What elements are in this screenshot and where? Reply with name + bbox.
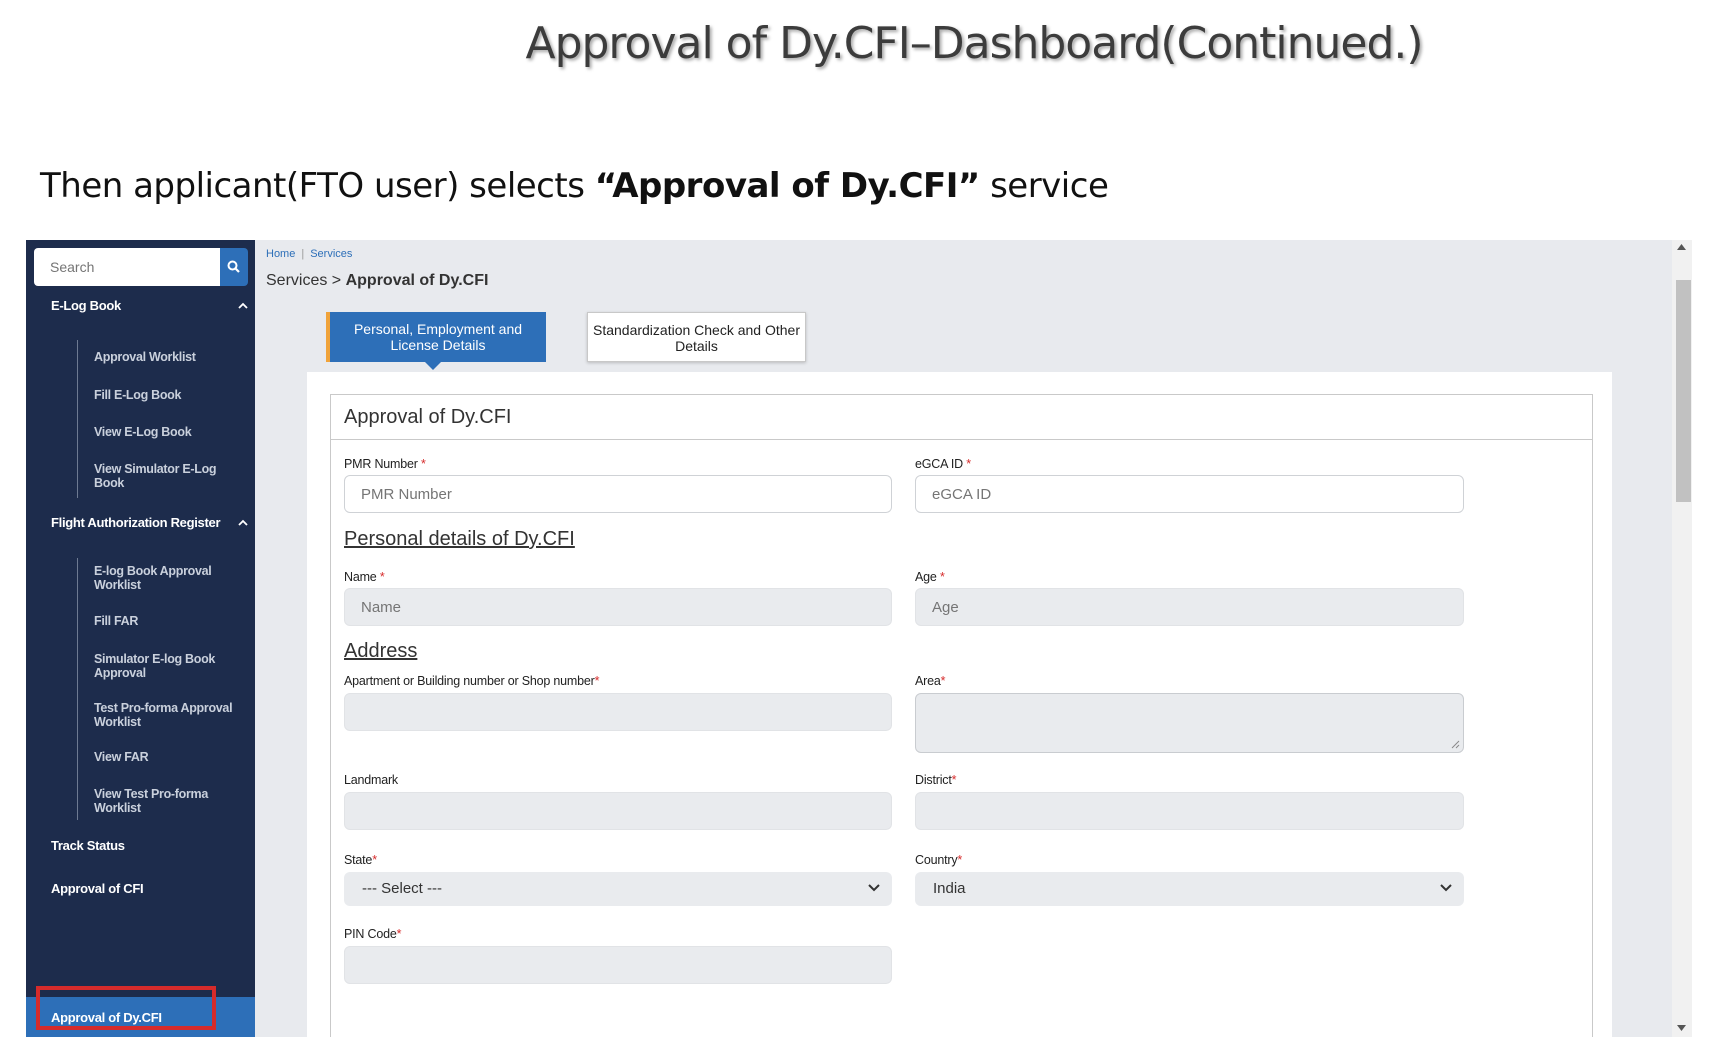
- breadcrumb-services-link[interactable]: Services: [310, 248, 352, 260]
- area-textarea[interactable]: [915, 693, 1464, 753]
- highlight-annotation: [36, 986, 216, 1030]
- chevron-up-icon[interactable]: [238, 302, 248, 309]
- name-label: Name *: [344, 570, 385, 584]
- age-input[interactable]: [915, 588, 1464, 626]
- sidebar-item-fill-far[interactable]: Fill FAR: [94, 614, 244, 628]
- breadcrumb: Home | Services: [266, 248, 352, 260]
- country-select[interactable]: India: [915, 872, 1464, 906]
- sidebar-group-flight-authorization-register[interactable]: Flight Authorization Register: [51, 515, 221, 530]
- sidebar-item-test-proforma-approval-worklist[interactable]: Test Pro-forma Approval Worklist: [94, 701, 244, 729]
- intro-suffix: service: [979, 166, 1109, 206]
- scroll-down-arrow-icon[interactable]: [1677, 1025, 1686, 1031]
- resize-handle-icon[interactable]: [1451, 740, 1460, 749]
- app-screenshot: E-Log Book Approval Worklist Fill E-Log …: [26, 240, 1692, 1037]
- egca-id-label: eGCA ID *: [915, 457, 971, 471]
- sidebar-item-view-test-proforma-worklist[interactable]: View Test Pro-forma Worklist: [94, 787, 244, 815]
- district-label: District*: [915, 773, 957, 787]
- path-prefix: Services >: [266, 272, 346, 289]
- scroll-up-arrow-icon[interactable]: [1677, 244, 1686, 250]
- landmark-input[interactable]: [344, 792, 892, 830]
- form-card: Approval of Dy.CFI PMR Number * eGCA ID …: [330, 394, 1593, 1037]
- search-input[interactable]: [34, 248, 220, 286]
- sidebar-item-elog-book-approval-worklist[interactable]: E-log Book Approval Worklist: [94, 564, 244, 592]
- chevron-down-icon: [1440, 884, 1452, 892]
- sidebar-group-elog-book[interactable]: E-Log Book: [51, 298, 121, 313]
- page-title: Approval of Dy.CFI: [345, 272, 489, 289]
- chevron-down-icon: [868, 884, 880, 892]
- sidebar-item-approval-of-cfi[interactable]: Approval of CFI: [51, 881, 144, 896]
- landmark-label: Landmark: [344, 773, 398, 787]
- pin-code-label: PIN Code*: [344, 927, 402, 941]
- scrollbar[interactable]: [1672, 240, 1692, 1037]
- sidebar-item-view-far[interactable]: View FAR: [94, 750, 244, 764]
- form-panel: Approval of Dy.CFI PMR Number * eGCA ID …: [307, 372, 1612, 1037]
- district-input[interactable]: [915, 792, 1464, 830]
- search-button[interactable]: [220, 248, 248, 286]
- address-heading: Address: [344, 640, 418, 662]
- slide-title: Approval of Dy.CFI–Dashboard(Continued.): [525, 18, 1423, 69]
- pin-code-input[interactable]: [344, 946, 892, 984]
- pmr-number-input[interactable]: [344, 475, 892, 513]
- sidebar-item-fill-elog-book[interactable]: Fill E-Log Book: [94, 388, 244, 402]
- sidebar-item-view-simulator-elog-book[interactable]: View Simulator E-Log Book: [94, 462, 244, 490]
- apartment-input[interactable]: [344, 693, 892, 731]
- tab-personal-employment-license[interactable]: Personal, Employment and License Details: [326, 312, 546, 370]
- sidebar-item-view-elog-book[interactable]: View E-Log Book: [94, 425, 244, 439]
- scrollbar-thumb[interactable]: [1676, 280, 1691, 502]
- sidebar-item-track-status[interactable]: Track Status: [51, 838, 125, 853]
- sidebar-tree-line: [77, 340, 78, 498]
- state-select-value: --- Select ---: [362, 880, 442, 897]
- breadcrumb-home-link[interactable]: Home: [266, 248, 295, 260]
- tab-standardization-check[interactable]: Standardization Check and Other Details: [587, 312, 806, 362]
- state-label: State*: [344, 853, 377, 867]
- breadcrumb-separator: |: [301, 248, 305, 260]
- area-label: Area*: [915, 674, 946, 688]
- search-icon: [227, 260, 240, 273]
- page-path: Services > Approval of Dy.CFI: [266, 272, 488, 290]
- form-title: Approval of Dy.CFI: [331, 395, 1592, 440]
- country-label: Country*: [915, 853, 963, 867]
- apartment-label: Apartment or Building number or Shop num…: [344, 674, 600, 688]
- name-input[interactable]: [344, 588, 892, 626]
- sidebar: E-Log Book Approval Worklist Fill E-Log …: [26, 240, 255, 1037]
- slide-intro: Then applicant(FTO user) selects “Approv…: [40, 166, 1109, 206]
- sidebar-item-approval-worklist[interactable]: Approval Worklist: [94, 350, 244, 364]
- intro-service-name: “Approval of Dy.CFI”: [594, 166, 981, 206]
- country-select-value: India: [933, 880, 966, 897]
- intro-prefix: Then applicant(FTO user) selects: [40, 166, 595, 206]
- state-select[interactable]: --- Select ---: [344, 872, 892, 906]
- egca-id-input[interactable]: [915, 475, 1464, 513]
- sidebar-tree-line: [77, 558, 78, 820]
- personal-details-heading: Personal details of Dy.CFI: [344, 528, 575, 550]
- sidebar-item-simulator-elog-book-approval[interactable]: Simulator E-log Book Approval: [94, 652, 244, 680]
- pmr-number-label: PMR Number *: [344, 457, 426, 471]
- chevron-up-icon[interactable]: [238, 519, 248, 526]
- age-label: Age *: [915, 570, 945, 584]
